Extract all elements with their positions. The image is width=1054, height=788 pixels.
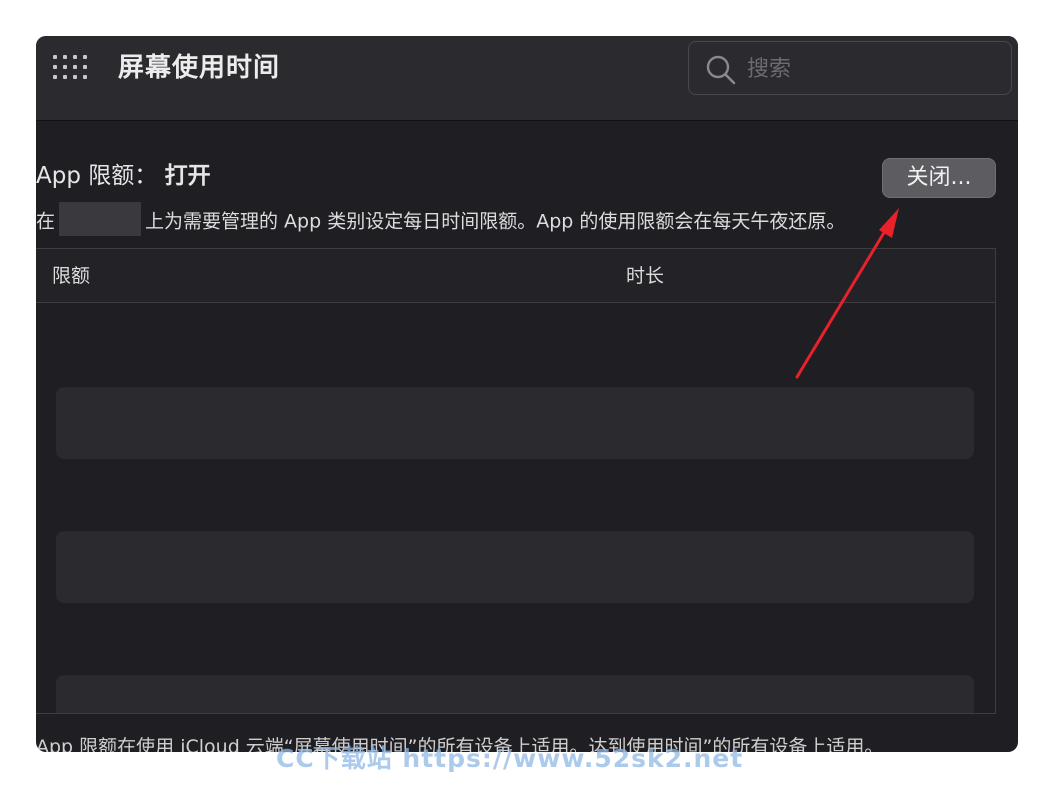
table-row-placeholder — [56, 387, 974, 459]
search-field[interactable] — [688, 41, 1012, 95]
redacted-block — [59, 202, 142, 236]
app-limits-value: 打开 — [164, 163, 211, 189]
limits-table[interactable]: 限额 时长 — [36, 248, 996, 714]
search-icon — [706, 55, 736, 85]
table-row-placeholder — [56, 531, 974, 603]
description-end: 上为需要管理的 App 类别设定每日时间限额。App 的使用限额会在每天午夜还原… — [145, 210, 846, 233]
app-limits-label: App 限额： — [36, 163, 158, 189]
app-limits-description: 在 上为需要管理的 App 类别设定每日时间限额。App 的使用限额会在每天午夜还… — [36, 202, 1016, 236]
column-header-duration[interactable]: 时长 — [626, 249, 664, 303]
screen-time-window: 屏幕使用时间 App 限额： 打开 关闭... 在 上为需要管理的 App 类别设… — [36, 36, 1018, 752]
search-input[interactable] — [747, 52, 997, 86]
toolbar: 屏幕使用时间 — [36, 36, 1018, 121]
window-title: 屏幕使用时间 — [118, 53, 281, 83]
table-row-placeholder — [56, 675, 974, 713]
turn-off-button[interactable]: 关闭... — [882, 158, 996, 198]
table-header: 限额 时长 — [36, 249, 995, 303]
app-limits-status: App 限额： 打开 — [36, 158, 211, 194]
column-header-limit[interactable]: 限额 — [52, 249, 90, 303]
show-all-grid-icon[interactable] — [53, 55, 89, 81]
watermark-text: CC下载站 https://www.52sk2.net — [276, 744, 744, 773]
description-start: 在 — [36, 210, 56, 233]
